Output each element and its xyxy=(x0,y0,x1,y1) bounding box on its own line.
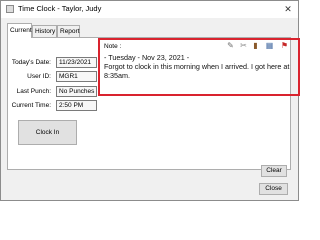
todays-date-field: 11/23/2021 xyxy=(56,57,97,68)
tab-history[interactable]: History xyxy=(32,25,57,37)
note-line-1: - Tuesday - Nov 23, 2021 - xyxy=(104,53,190,62)
tab-report[interactable]: Report xyxy=(57,25,80,37)
user-id-field: MGR1 xyxy=(56,71,97,82)
note-text[interactable]: - Tuesday - Nov 23, 2021 - Forgot to clo… xyxy=(104,53,292,80)
current-time-label: Current Time: xyxy=(11,102,51,109)
user-id-label: User ID: xyxy=(27,73,51,80)
close-button[interactable]: Close xyxy=(259,183,288,195)
document-icon[interactable]: ▮ xyxy=(251,41,260,50)
window-title: Time Clock - Taylor, Judy xyxy=(18,4,102,13)
time-clock-window: Time Clock - Taylor, Judy ✕ Current Hist… xyxy=(0,0,300,201)
note-line-2: Forgot to clock in this morning when I a… xyxy=(104,62,290,80)
clock-in-button[interactable]: Clock In xyxy=(18,120,77,145)
todays-date-label: Today's Date: xyxy=(11,59,51,66)
clock-app-icon xyxy=(6,5,14,13)
window-close-button[interactable]: ✕ xyxy=(281,3,295,15)
last-punch-field: No Punches xyxy=(56,86,97,97)
last-punch-label: Last Punch: xyxy=(16,88,51,95)
current-time-field: 2:50 PM xyxy=(56,100,97,111)
clear-button[interactable]: Clear xyxy=(261,165,287,177)
tab-current[interactable]: Current xyxy=(7,23,32,38)
calendar-icon[interactable]: ▦ xyxy=(265,41,274,50)
note-label: Note : xyxy=(104,43,122,50)
title-bar: Time Clock - Taylor, Judy ✕ xyxy=(1,1,298,18)
flag-icon[interactable]: ⚑ xyxy=(280,41,289,50)
tools-icon[interactable]: ✎ xyxy=(226,41,235,50)
attach-icon[interactable]: ✂ xyxy=(239,41,248,50)
